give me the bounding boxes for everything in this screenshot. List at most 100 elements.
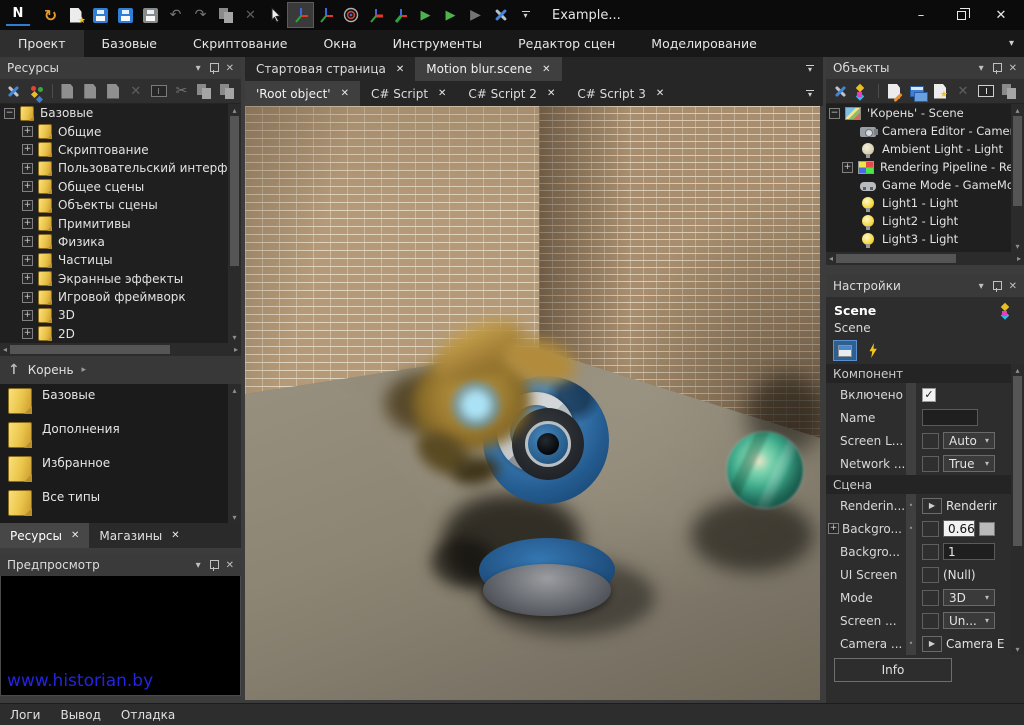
scrollbar-thumb[interactable] [1013, 376, 1022, 546]
tree-item[interactable]: Light1 - Light [826, 194, 1011, 212]
statusbar-debug[interactable]: Отладка [121, 708, 175, 722]
menu-more-chevron-icon[interactable]: ▾ [1009, 38, 1014, 49]
settings-close-icon[interactable]: ✕ [1009, 281, 1017, 292]
tree-item[interactable]: Light3 - Light [826, 230, 1011, 248]
delete-icon[interactable]: ✕ [953, 81, 973, 101]
menu-scripting[interactable]: Скриптование [175, 30, 305, 57]
statusbar-logs[interactable]: Логи [10, 708, 40, 722]
tree-item[interactable]: Game Mode - GameMode [826, 176, 1011, 194]
preview-pin-icon[interactable] [209, 559, 218, 572]
import-icon[interactable] [80, 81, 100, 101]
duplicate-icon[interactable] [213, 3, 238, 27]
tree-item[interactable]: +Пользовательский интерфейс [0, 159, 228, 177]
expand-reference-button[interactable]: ▶ [922, 498, 942, 514]
play-icon-1[interactable]: ▶ [413, 3, 438, 27]
list-item[interactable]: Избранное [0, 454, 228, 488]
screen-dropdown[interactable]: Un...▾ [943, 612, 995, 629]
transform-gizmo-icon[interactable] [388, 3, 413, 27]
scroll-right-icon[interactable]: ▸ [234, 345, 238, 354]
position-gizmo-icon[interactable] [313, 3, 338, 27]
up-arrow-icon[interactable]: ↑ [8, 362, 20, 378]
background-color-input[interactable]: 0.66 [943, 520, 975, 537]
transform-arrows-icon[interactable] [853, 81, 873, 101]
scroll-up-icon[interactable]: ▴ [1015, 104, 1019, 116]
tree-item[interactable]: +2D [0, 325, 228, 343]
info-button[interactable]: Info [834, 658, 952, 682]
play-disabled-icon[interactable]: ▶ [463, 3, 488, 27]
tree-item[interactable]: +Экранные эффекты [0, 270, 228, 288]
network-dropdown[interactable]: True▾ [943, 455, 995, 472]
tab-start-page[interactable]: Стартовая страница✕ [245, 57, 415, 81]
minimize-button[interactable]: – [904, 2, 938, 28]
rotate-gizmo-icon[interactable] [338, 3, 363, 27]
default-value-box[interactable] [922, 456, 939, 472]
tools-icon[interactable] [4, 81, 24, 101]
scrollbar-thumb[interactable] [230, 116, 239, 266]
app-logo[interactable]: N [6, 4, 30, 26]
undo-icon[interactable]: ↶ [163, 3, 188, 27]
new-child-icon[interactable]: ★ [930, 81, 950, 101]
objects-dropdown-icon[interactable]: ▾ [979, 63, 984, 74]
restore-button[interactable] [944, 2, 978, 28]
color-swatch[interactable] [979, 522, 995, 536]
scroll-right-icon[interactable]: ▸ [1017, 254, 1021, 263]
scroll-left-icon[interactable]: ◂ [829, 254, 833, 263]
close-icon[interactable]: ✕ [341, 88, 349, 99]
menu-tools[interactable]: Инструменты [375, 30, 500, 57]
new-resource-icon[interactable]: ★ [63, 3, 88, 27]
close-icon[interactable]: ✕ [171, 530, 179, 541]
settings-pin-icon[interactable] [992, 280, 1001, 293]
scroll-up-icon[interactable]: ▴ [232, 104, 236, 116]
play-icon-2[interactable]: ▶ [438, 3, 463, 27]
settings-dropdown-icon[interactable]: ▾ [979, 281, 984, 292]
tree-item[interactable]: Ambient Light - Light [826, 140, 1011, 158]
resources-tree-hscrollbar[interactable]: ◂ ▸ [0, 343, 241, 356]
preview-viewport[interactable]: www.historian.by [0, 576, 241, 696]
cut-icon[interactable]: ✂ [172, 81, 192, 101]
scroll-up-icon[interactable]: ▴ [1015, 364, 1019, 376]
tab-options-icon[interactable]: ▾ [806, 65, 814, 73]
scroll-down-icon[interactable]: ▾ [232, 331, 236, 343]
close-icon[interactable]: ✕ [547, 88, 555, 99]
tree-item[interactable]: Light2 - Light [826, 212, 1011, 230]
default-value-box[interactable] [922, 521, 939, 537]
shapes-icon[interactable] [27, 81, 47, 101]
tools-icon[interactable] [830, 81, 850, 101]
section-scene[interactable]: Сцена [826, 475, 1011, 494]
select-arrow-icon[interactable] [263, 3, 288, 27]
tab-root-object[interactable]: 'Root object'✕ [245, 81, 360, 106]
scroll-down-icon[interactable]: ▾ [1015, 643, 1019, 655]
objects-close-icon[interactable]: ✕ [1009, 63, 1017, 74]
screen-label-dropdown[interactable]: Auto▾ [943, 432, 995, 449]
tree-item[interactable]: +Общее сцены [0, 178, 228, 196]
menu-basic[interactable]: Базовые [84, 30, 175, 57]
windows-icon[interactable] [907, 81, 927, 101]
expand-reference-button[interactable]: ▶ [922, 636, 942, 652]
tree-item[interactable]: +Частицы [0, 251, 228, 269]
tab-resources[interactable]: Ресурсы✕ [0, 523, 89, 548]
tree-item[interactable]: +3D [0, 306, 228, 324]
menu-scene-editor[interactable]: Редактор сцен [500, 30, 633, 57]
scale-gizmo-icon[interactable] [363, 3, 388, 27]
tree-item[interactable]: +Физика [0, 233, 228, 251]
statusbar-output[interactable]: Вывод [60, 708, 100, 722]
tab-csharp-script-2[interactable]: C# Script 2✕ [457, 81, 566, 106]
delete-icon[interactable]: ✕ [126, 81, 146, 101]
move-gizmo-icon[interactable] [288, 3, 313, 27]
tab-options-icon[interactable]: ▾ [806, 90, 814, 98]
rename-icon[interactable] [149, 81, 169, 101]
tab-stores[interactable]: Магазины✕ [89, 523, 189, 548]
save-icon[interactable] [88, 3, 113, 27]
tree-item[interactable]: +Объекты сцены [0, 196, 228, 214]
objects-pin-icon[interactable] [992, 62, 1001, 75]
scrollbar-thumb[interactable] [10, 345, 170, 354]
tree-item[interactable]: Camera Editor - Camera [826, 122, 1011, 140]
edit-icon[interactable] [58, 81, 78, 101]
tree-item[interactable]: +Rendering Pipeline - Ren [826, 158, 1011, 176]
resources-dropdown-icon[interactable]: ▾ [196, 63, 201, 74]
toolbar-overflow-icon[interactable]: ▾ [513, 3, 538, 27]
scrollbar-thumb[interactable] [1013, 116, 1022, 206]
menu-project[interactable]: Проект [0, 30, 84, 57]
rename-icon[interactable] [976, 81, 996, 101]
tab-motion-blur-scene[interactable]: Motion blur.scene✕ [415, 57, 561, 81]
